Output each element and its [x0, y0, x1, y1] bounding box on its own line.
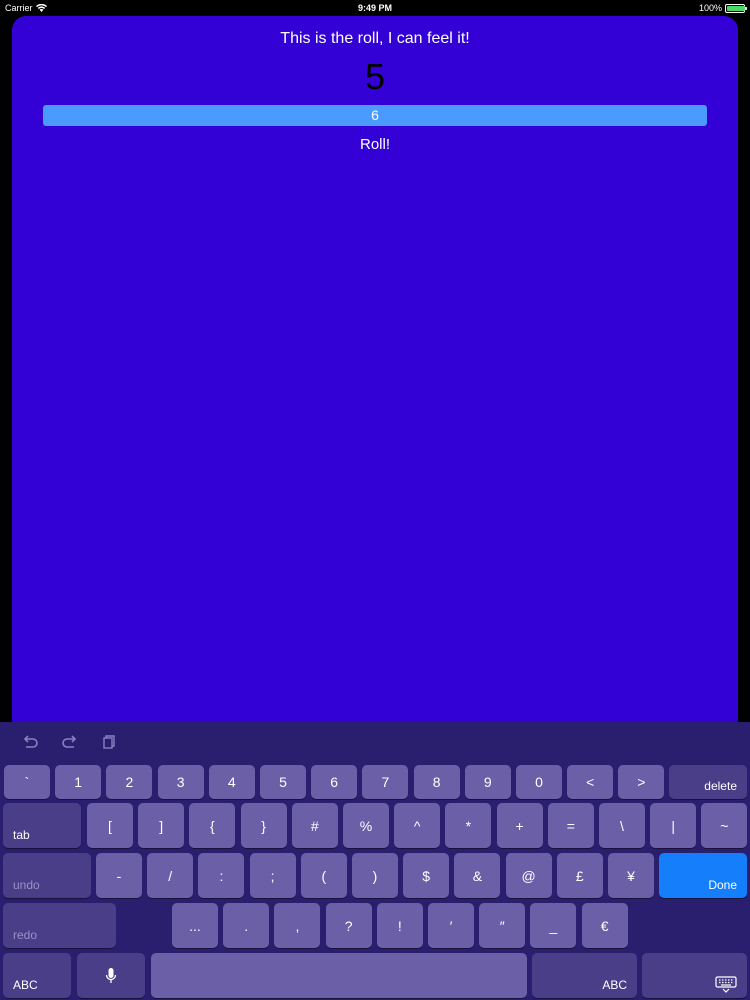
battery-icon — [725, 3, 747, 13]
key-row2-9[interactable]: = — [547, 803, 594, 848]
value-input[interactable]: 6 — [43, 105, 707, 126]
app-view: This is the roll, I can feel it! 5 6 Rol… — [12, 16, 738, 756]
abc-key-left[interactable]: ABC — [3, 953, 71, 998]
key-row4-6[interactable]: ″ — [479, 903, 526, 948]
hide-keyboard-key[interactable] — [642, 953, 747, 998]
key-row1-11[interactable]: < — [567, 765, 614, 799]
key-row1-0[interactable]: ` — [4, 765, 50, 799]
key-row4-4[interactable]: ! — [376, 903, 423, 948]
roll-result: 5 — [364, 56, 386, 97]
tab-key[interactable]: tab — [3, 803, 81, 848]
keyboard-dismiss-icon — [715, 976, 737, 993]
key-row1-5[interactable]: 5 — [260, 765, 306, 799]
roll-button[interactable]: Roll! — [12, 136, 738, 153]
key-row1-9[interactable]: 9 — [464, 765, 511, 799]
key-row4-0[interactable]: ... — [172, 903, 218, 948]
key-row1-6[interactable]: 6 — [311, 765, 358, 799]
key-row2-1[interactable]: ] — [138, 803, 185, 848]
abc-key-right[interactable]: ABC — [532, 953, 637, 998]
battery-fill — [727, 5, 745, 11]
key-row1-4[interactable]: 4 — [208, 765, 255, 799]
undo-key[interactable]: undo — [3, 853, 91, 898]
delete-key[interactable]: delete — [669, 765, 747, 799]
key-row1-1[interactable]: 1 — [55, 765, 102, 799]
done-key[interactable]: Done — [659, 853, 747, 898]
key-row3-7[interactable]: & — [454, 853, 501, 898]
key-row4-2[interactable]: , — [274, 903, 321, 948]
key-row2-7[interactable]: * — [445, 803, 492, 848]
space-key[interactable] — [151, 953, 527, 998]
key-row3-5[interactable]: ) — [352, 853, 398, 898]
key-row1-10[interactable]: 0 — [516, 765, 562, 799]
key-row3-10[interactable]: ¥ — [608, 853, 654, 898]
microphone-key[interactable] — [77, 953, 145, 998]
key-row2-8[interactable]: + — [496, 803, 543, 848]
page-title: This is the roll, I can feel it! — [280, 30, 470, 47]
key-row4-5[interactable]: ′ — [428, 903, 474, 948]
battery-group: 100% — [698, 3, 747, 13]
key-row1-7[interactable]: 7 — [362, 765, 409, 799]
key-row4-8[interactable]: € — [581, 903, 628, 948]
clipboard-icon[interactable] — [98, 734, 118, 750]
key-row3-2[interactable]: : — [198, 853, 245, 898]
battery-percent: 100% — [698, 3, 722, 13]
status-time: 9:49 PM — [357, 3, 392, 13]
key-row1-2[interactable]: 2 — [106, 765, 153, 799]
key-row2-4[interactable]: # — [291, 803, 338, 848]
key-row2-5[interactable]: % — [343, 803, 389, 848]
key-row1-12[interactable]: > — [618, 765, 665, 799]
keyboard-toolbar — [0, 722, 750, 762]
key-row3-6[interactable]: $ — [403, 853, 450, 898]
microphone-icon — [105, 967, 117, 983]
key-row2-11[interactable]: | — [650, 803, 697, 848]
key-row2-6[interactable]: ^ — [394, 803, 441, 848]
key-row2-10[interactable]: \ — [599, 803, 645, 848]
redo-key[interactable]: redo — [3, 903, 116, 948]
key-row1-3[interactable]: 3 — [157, 765, 204, 799]
key-row4-7[interactable]: _ — [530, 903, 577, 948]
keyboard: ` 1 2 3 4 5 6 7 8 9 0 < > delete tab []{} #% ^ * + = \ | ~ u… — [0, 722, 750, 1000]
redo-arrow-icon[interactable] — [60, 734, 80, 750]
status-bar: Carrier 9:49 PM 100% — [0, 0, 750, 16]
key-row2-0[interactable]: [ — [87, 803, 133, 848]
key-row4-1[interactable]: . — [223, 903, 270, 948]
key-row3-9[interactable]: £ — [556, 853, 603, 898]
key-row3-8[interactable]: @ — [505, 853, 552, 898]
key-row4-3[interactable]: ? — [325, 903, 372, 948]
undo-arrow-icon[interactable] — [20, 734, 40, 750]
key-row3-3[interactable]: ; — [249, 853, 296, 898]
key-row1-8[interactable]: 8 — [413, 765, 460, 799]
key-row2-3[interactable]: } — [240, 803, 287, 848]
key-row2-2[interactable]: { — [189, 803, 236, 848]
key-row3-0[interactable]: - — [96, 853, 142, 898]
key-row2-12[interactable]: ~ — [701, 803, 748, 848]
key-row3-4[interactable]: ( — [300, 853, 347, 898]
screen: Carrier 9:49 PM 100% This is the roll, I… — [0, 0, 750, 1000]
key-row3-1[interactable]: / — [147, 853, 194, 898]
